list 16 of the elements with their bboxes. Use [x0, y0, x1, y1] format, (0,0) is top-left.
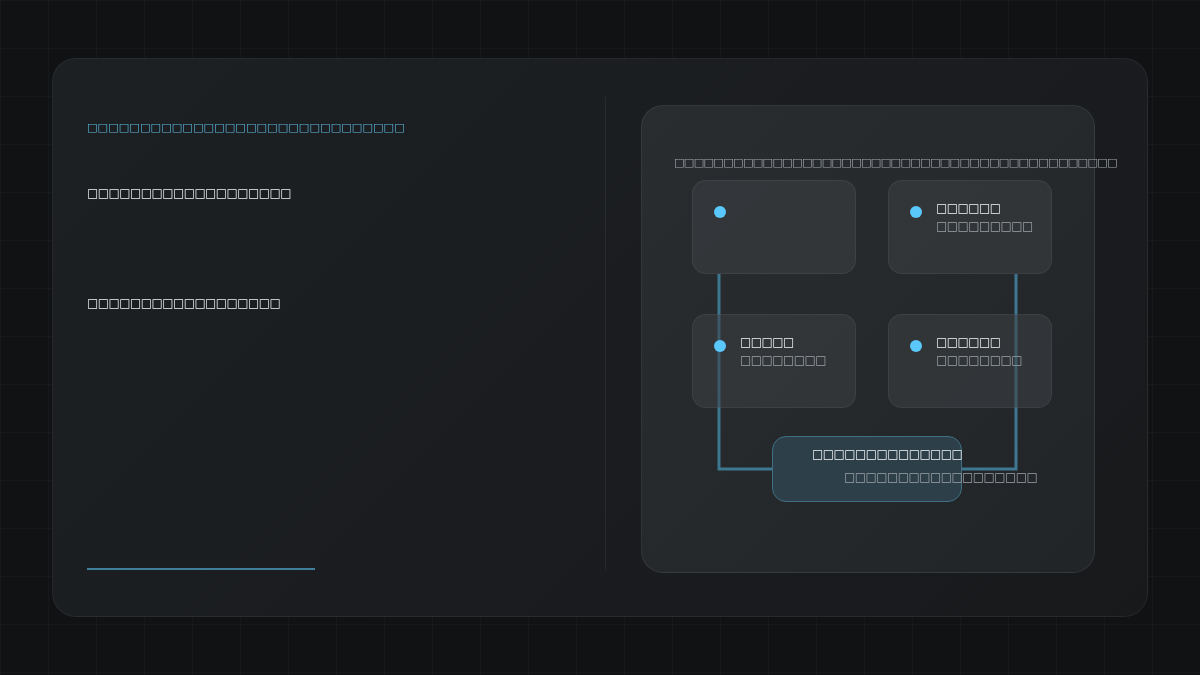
- node-title: □□□□□: [740, 335, 794, 349]
- node-title: □□□□□□: [936, 335, 1001, 349]
- hub-subtitle: □□□□□□□□□□□□□□□□□□: [844, 470, 1038, 484]
- status-dot: [910, 340, 922, 352]
- node-subtitle: □□□□□□□□: [740, 353, 826, 367]
- diagram-caption: □□□□□□□□□□□□□□□□□□□□□□□□□□□□□□□□□□□□□□□□□□□□□: [674, 156, 1117, 169]
- node-subtitle: □□□□□□□□: [936, 353, 1022, 367]
- status-dot: [714, 340, 726, 352]
- node-title: □□□□□□: [936, 201, 1001, 215]
- eyebrow-text: □□□□□□□□□□□□□□□□□□□□□□□□□□□□□□: [87, 121, 406, 134]
- node-subtitle: □□□□□□□□□: [936, 219, 1033, 233]
- body-text: □□□□□□□□□□□□□□□□□□□: [87, 186, 293, 200]
- status-dot: [910, 206, 922, 218]
- hub-title: □□□□□□□□□□□□□□: [812, 447, 963, 461]
- status-dot: [714, 206, 726, 218]
- body-text: □□□□□□□□□□□□□□□□□□: [87, 296, 282, 310]
